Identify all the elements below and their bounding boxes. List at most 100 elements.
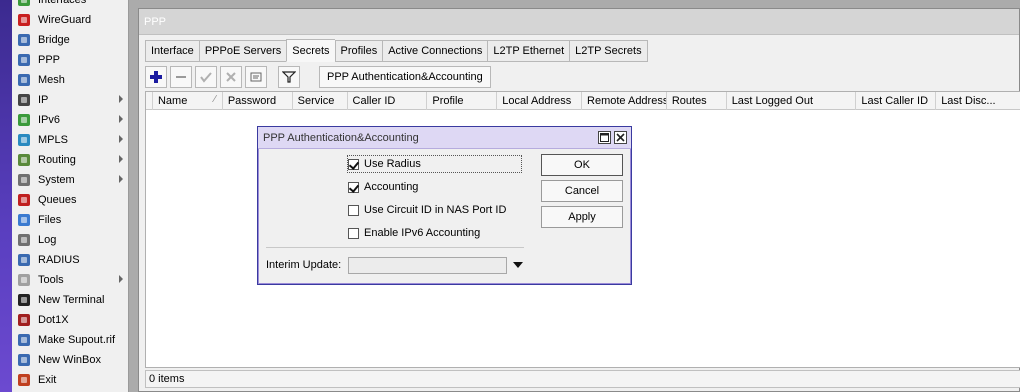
enable-button[interactable]	[195, 66, 217, 88]
checkbox-checked[interactable]	[348, 158, 359, 170]
checkbox-checked[interactable]	[348, 181, 359, 193]
mesh-icon	[16, 72, 32, 88]
sidebar-item-mpls[interactable]: MPLS	[12, 130, 128, 150]
sidebar-item-label: Make Supout.rif	[38, 334, 116, 346]
submenu-arrow-icon	[119, 155, 123, 163]
sidebar-item-radius[interactable]: RADIUS	[12, 250, 128, 270]
tab-l2tp-secrets[interactable]: L2TP Secrets	[569, 40, 648, 62]
sidebar-item-label: IP	[38, 94, 49, 106]
option-use-circuit-id-in-nas-port-id[interactable]: Use Circuit ID in NAS Port ID	[348, 202, 506, 218]
column-header-label: Caller ID	[352, 95, 396, 107]
ppp-auth-dialog: PPP Authentication&Accounting Use Radius…	[257, 126, 632, 285]
tab-l2tp-ethernet[interactable]: L2TP Ethernet	[487, 40, 570, 62]
column-header-local-address[interactable]: Local Address	[496, 92, 581, 110]
ppp-icon	[16, 52, 32, 68]
interim-row: Interim Update:	[266, 256, 526, 274]
column-header-label: Profile	[432, 95, 464, 107]
column-header-name[interactable]: Name ∕	[151, 92, 222, 110]
sidebar-item-interfaces[interactable]: Interfaces	[12, 0, 128, 10]
maximize-button[interactable]	[598, 131, 611, 144]
remove-button[interactable]	[170, 66, 192, 88]
sidebar-item-label: System	[38, 174, 75, 186]
tab-profiles[interactable]: Profiles	[334, 40, 383, 62]
winbox-icon	[16, 352, 32, 368]
sidebar-item-exit[interactable]: Exit	[12, 370, 128, 390]
tab-interface[interactable]: Interface	[145, 40, 199, 62]
checkbox-unchecked[interactable]	[348, 227, 359, 239]
status-bar: 0 items	[145, 370, 1020, 388]
dialog-title-bar: PPP Authentication&Accounting	[258, 127, 631, 149]
sidebar-item-ip[interactable]: IP	[12, 90, 128, 110]
apply-button[interactable]: Apply	[541, 206, 623, 228]
interim-update-field[interactable]	[348, 256, 507, 274]
sidebar-item-label: Exit	[38, 374, 57, 386]
column-header-last-caller-id[interactable]: Last Caller ID	[855, 92, 935, 110]
column-header-label: Routes	[671, 95, 707, 107]
submenu-arrow-icon	[119, 175, 123, 183]
checkbox-unchecked[interactable]	[348, 204, 359, 216]
sidebar-item-files[interactable]: Files	[12, 210, 128, 230]
sidebar-item-mesh[interactable]: Mesh	[12, 70, 128, 90]
column-header-password[interactable]: Password	[221, 92, 292, 110]
sidebar-item-new-terminal[interactable]: New Terminal	[12, 290, 128, 310]
column-header-label: Service	[297, 95, 335, 107]
dropdown-arrow-icon	[513, 262, 523, 268]
column-header-profile[interactable]: Profile	[426, 92, 496, 110]
sidebar-item-routing[interactable]: Routing	[12, 150, 128, 170]
sidebar-item-system[interactable]: System	[12, 170, 128, 190]
radius-icon	[16, 252, 32, 268]
sidebar-item-queues[interactable]: Queues	[12, 190, 128, 210]
sort-indicator-icon: ∕	[214, 94, 216, 105]
column-header-last-disc[interactable]: Last Disc...	[935, 92, 1020, 110]
option-enable-ipv6-accounting[interactable]: Enable IPv6 Accounting	[348, 225, 480, 241]
sidebar-item-bridge[interactable]: Bridge	[12, 30, 128, 50]
tab-active-connections[interactable]: Active Connections	[382, 40, 488, 62]
column-header-label: Remote Address	[587, 95, 666, 107]
submenu-arrow-icon	[119, 115, 123, 123]
window-title: PPP	[139, 9, 1019, 35]
sidebar-item-label: Routing	[38, 154, 76, 166]
sidebar-item-ipv6[interactable]: IPv6	[12, 110, 128, 130]
disable-button[interactable]	[220, 66, 242, 88]
tools-icon	[16, 272, 32, 288]
sidebar-item-label: New WinBox	[38, 354, 101, 366]
column-header-label: Name	[157, 95, 188, 107]
cancel-button[interactable]: Cancel	[541, 180, 623, 202]
side-strip	[0, 0, 12, 392]
sidebar-item-label: Tools	[38, 274, 64, 286]
comment-icon	[250, 72, 262, 82]
sidebar-item-label: PPP	[38, 54, 61, 66]
sidebar-item-dot1x[interactable]: Dot1X	[12, 310, 128, 330]
ok-button[interactable]: OK	[541, 154, 623, 176]
close-button[interactable]	[614, 131, 627, 144]
filter-button[interactable]	[278, 66, 300, 88]
column-header-service[interactable]: Service	[291, 92, 347, 110]
sidebar-item-ppp[interactable]: PPP	[12, 50, 128, 70]
plus-icon	[150, 71, 162, 83]
column-header-label: Last Disc...	[941, 95, 996, 107]
column-header-last-logged-out[interactable]: Last Logged Out	[725, 92, 856, 110]
sidebar-item-new-winbox[interactable]: New WinBox	[12, 350, 128, 370]
comment-button[interactable]	[245, 66, 267, 88]
sidebar-item-label: MPLS	[38, 134, 68, 146]
sidebar-item-wireguard[interactable]: WireGuard	[12, 10, 128, 30]
column-header-remote-address[interactable]: Remote Address	[581, 92, 666, 110]
add-button[interactable]	[145, 66, 167, 88]
tab-secrets[interactable]: Secrets	[286, 39, 335, 62]
sidebar-item-log[interactable]: Log	[12, 230, 128, 250]
sidebar-item-label: Dot1X	[38, 314, 69, 326]
column-header-label: Password	[227, 95, 277, 107]
column-header-routes[interactable]: Routes	[665, 92, 726, 110]
interim-dropdown-button[interactable]	[510, 257, 526, 274]
sidebar-item-tools[interactable]: Tools	[12, 270, 128, 290]
column-header-caller-id[interactable]: Caller ID	[346, 92, 427, 110]
sidebar-item-label: Queues	[38, 194, 77, 206]
sidebar-item-make-supout-rif[interactable]: Make Supout.rif	[12, 330, 128, 350]
option-use-radius[interactable]: Use Radius	[347, 155, 522, 173]
wireguard-icon	[16, 12, 32, 28]
column-header-label: Last Caller ID	[861, 95, 929, 107]
tab-pppoe-servers[interactable]: PPPoE Servers	[198, 40, 287, 62]
option-label: Accounting	[364, 181, 419, 193]
ppp-auth-accounting-button[interactable]: PPP Authentication&Accounting	[319, 66, 491, 88]
option-accounting[interactable]: Accounting	[348, 179, 418, 195]
